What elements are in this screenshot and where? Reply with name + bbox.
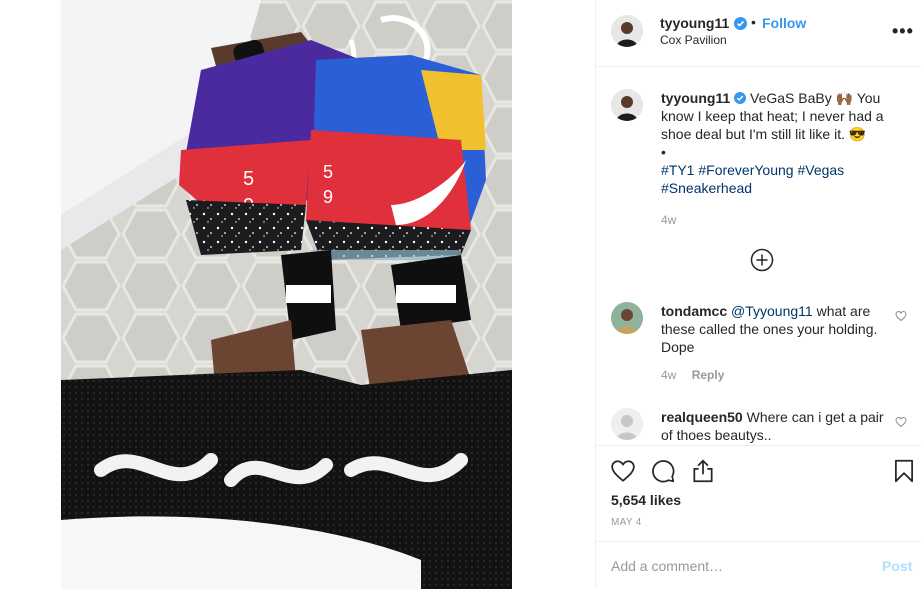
plus-circle-icon[interactable] xyxy=(750,248,774,272)
reply-button[interactable]: Reply xyxy=(692,368,725,382)
add-comment-bar: Post xyxy=(596,541,921,589)
comment-icon[interactable] xyxy=(650,458,676,484)
caption-avatar[interactable] xyxy=(611,89,643,121)
caption-meta: 4w xyxy=(661,213,676,227)
default-avatar-icon xyxy=(611,408,643,440)
hashtag-sneakerhead[interactable]: #Sneakerhead xyxy=(661,180,752,196)
post-header: tyyoung11 • Follow Cox Pavilion ••• xyxy=(596,0,921,67)
post-photo[interactable]: prove Doo 5 9 5 9 xyxy=(61,0,512,589)
post-username[interactable]: tyyoung11 xyxy=(660,15,729,31)
comment-input[interactable] xyxy=(611,556,861,576)
post-date[interactable]: MAY 4 xyxy=(611,517,642,528)
follow-button[interactable]: Follow xyxy=(762,15,806,31)
comment-body: tondamcc @Tyyoung11 what are these calle… xyxy=(661,302,893,356)
avatar-image xyxy=(611,89,643,121)
caption-bullet: • xyxy=(661,144,666,160)
caption-username[interactable]: tyyoung11 xyxy=(661,90,730,106)
comments-section[interactable]: tyyoung11 VeGaS BaBy 🙌🏾 You know I keep … xyxy=(596,67,921,445)
sneakers-photo: prove Doo 5 9 5 9 xyxy=(61,0,512,589)
caption-comment: tyyoung11 VeGaS BaBy 🙌🏾 You know I keep … xyxy=(611,89,911,239)
heart-icon[interactable] xyxy=(895,416,907,428)
post-actions: 5,654 likes MAY 4 Post xyxy=(596,445,921,589)
comment-body: realqueen50 Where can i get a pair of th… xyxy=(661,408,893,444)
hashtag-vegas[interactable]: #Vegas xyxy=(797,162,844,178)
post-side-panel: tyyoung11 • Follow Cox Pavilion ••• tyyo… xyxy=(595,0,921,589)
separator-dot: • xyxy=(751,14,756,30)
commenter-avatar[interactable] xyxy=(611,302,643,334)
post-comment-button[interactable]: Post xyxy=(882,558,912,574)
hashtag-ty1[interactable]: #TY1 xyxy=(661,162,694,178)
comment-username[interactable]: tondamcc xyxy=(661,303,727,319)
caption-body: tyyoung11 VeGaS BaBy 🙌🏾 You know I keep … xyxy=(661,89,893,197)
more-horizontal-icon[interactable]: ••• xyxy=(892,21,914,42)
comment-meta: 4w Reply xyxy=(661,368,724,382)
share-icon[interactable] xyxy=(690,458,716,484)
photo-area: prove Doo 5 9 5 9 xyxy=(0,0,595,589)
likes-count[interactable]: 5,654 likes xyxy=(611,492,681,508)
hashtag-foreveryoung[interactable]: #ForeverYoung xyxy=(698,162,793,178)
commenter-avatar[interactable] xyxy=(611,408,643,440)
heart-icon[interactable] xyxy=(895,310,907,322)
comment-username[interactable]: realqueen50 xyxy=(661,409,743,425)
bookmark-icon[interactable] xyxy=(891,458,917,484)
user-avatar[interactable] xyxy=(611,15,643,47)
avatar-image xyxy=(611,302,643,334)
heart-icon[interactable] xyxy=(610,458,636,484)
svg-text:5: 5 xyxy=(243,168,254,190)
comment-time[interactable]: 4w xyxy=(661,368,676,382)
caption-time[interactable]: 4w xyxy=(661,213,676,227)
post-location[interactable]: Cox Pavilion xyxy=(660,33,727,47)
comment-item: tondamcc @Tyyoung11 what are these calle… xyxy=(611,302,911,382)
verified-badge-icon xyxy=(734,17,747,30)
comment-item: realqueen50 Where can i get a pair of th… xyxy=(611,408,911,445)
avatar-image xyxy=(611,15,643,47)
svg-text:9: 9 xyxy=(323,187,333,207)
svg-text:5: 5 xyxy=(323,162,333,182)
verified-badge-icon xyxy=(734,92,747,104)
comment-mention[interactable]: @Tyyoung11 xyxy=(731,303,813,319)
